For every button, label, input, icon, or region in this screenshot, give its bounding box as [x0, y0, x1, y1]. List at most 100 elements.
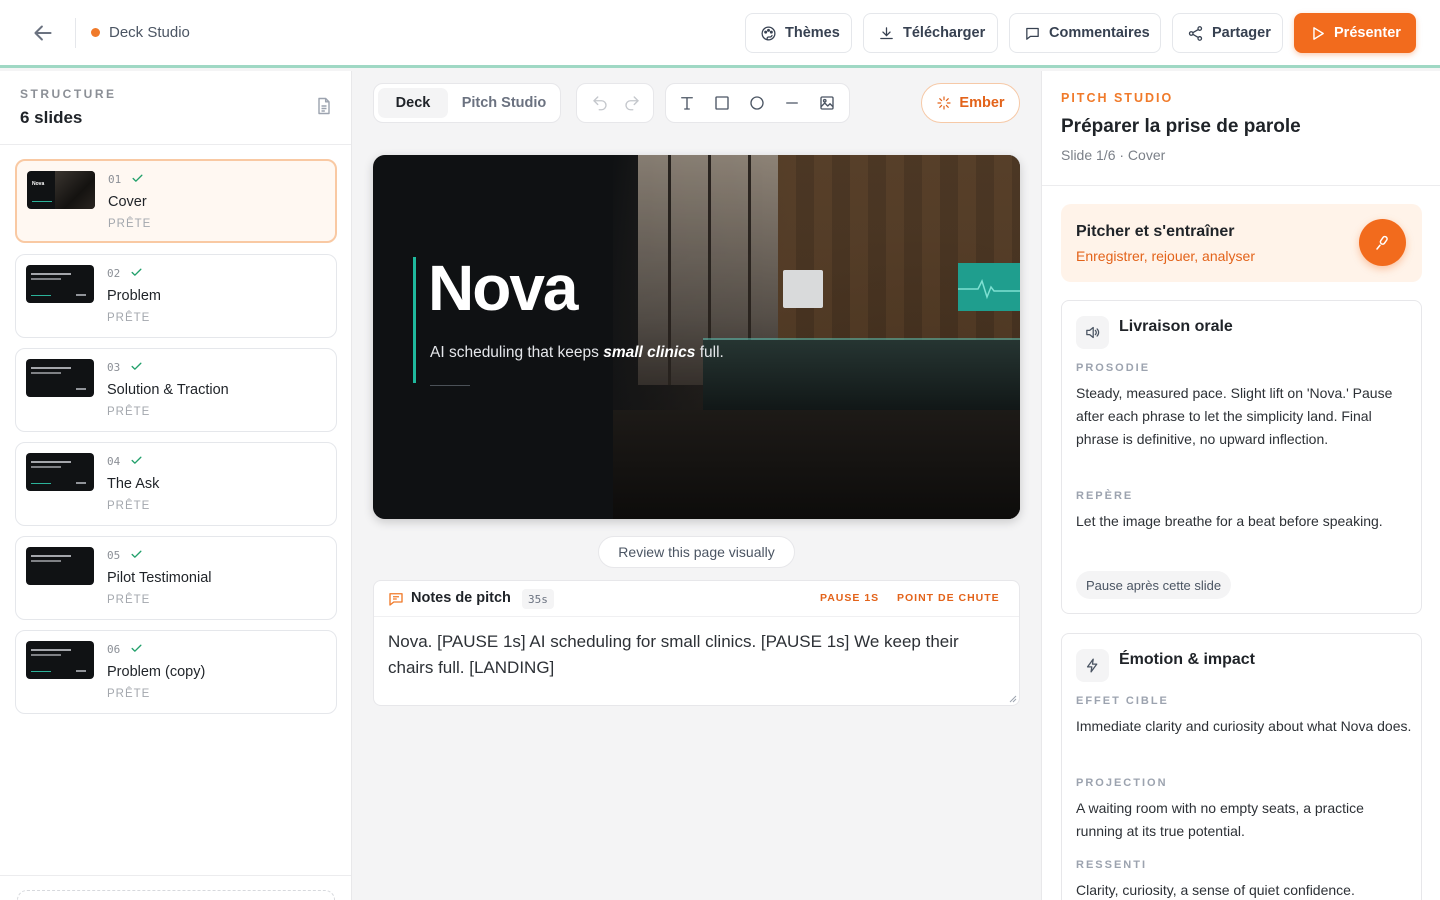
practice-card[interactable]: Pitcher et s'entraîner Enregistrer, rejo… — [1061, 204, 1422, 282]
rectangle-icon[interactable] — [713, 94, 731, 112]
subtitle-prefix: AI scheduling that keeps — [430, 344, 604, 361]
slide-number: 06 — [107, 643, 121, 656]
share-button[interactable]: Partager — [1172, 13, 1283, 53]
emotion-title: Émotion & impact — [1119, 651, 1256, 668]
view-switcher: Deck Pitch Studio — [373, 83, 561, 123]
practice-title: Pitcher et s'entraîner — [1076, 223, 1235, 240]
sidebar-header: STRUCTURE 6 slides — [0, 71, 351, 145]
download-button[interactable]: Télécharger — [863, 13, 998, 53]
panel-subtitle: Slide 1/6 · Cover — [1061, 147, 1166, 163]
download-label: Télécharger — [903, 25, 986, 41]
speaker-icon — [1076, 316, 1109, 349]
notes-textarea[interactable]: Nova. [PAUSE 1s] AI scheduling for small… — [388, 629, 998, 681]
present-label: Présenter — [1334, 25, 1401, 41]
themes-button[interactable]: Thèmes — [745, 13, 852, 53]
heartbeat-screen-icon — [958, 263, 1020, 311]
notes-duration: 35s — [522, 589, 554, 609]
effect-text: Immediate clarity and curiosity about wh… — [1076, 718, 1412, 734]
ember-button[interactable]: Ember — [921, 83, 1020, 123]
slide-card-6[interactable]: 06 Problem (copy) PRÊTE — [15, 630, 337, 714]
delivery-title: Livraison orale — [1119, 318, 1233, 335]
slide-title: Solution & Traction — [107, 382, 229, 398]
share-icon — [1187, 25, 1204, 42]
redo-icon[interactable] — [623, 94, 641, 112]
tab-deck[interactable]: Deck — [378, 88, 448, 118]
microphone-icon — [1374, 234, 1392, 252]
slide-title: The Ask — [107, 476, 160, 492]
slide-card-2[interactable]: 02 Problem PRÊTE — [15, 254, 337, 338]
delivery-card: Livraison orale PROSODIE Steady, measure… — [1061, 300, 1422, 614]
panel-title: Préparer la prise de parole — [1061, 116, 1301, 137]
photo-floor — [613, 410, 1020, 519]
cue-label: REPÈRE — [1076, 490, 1134, 502]
practice-start-button[interactable] — [1359, 219, 1406, 266]
top-bar: Deck Studio Thèmes Télécharger Commentai… — [0, 0, 1440, 68]
review-visually-button[interactable]: Review this page visually — [598, 536, 795, 568]
pitch-notes-panel: Notes de pitch 35s PAUSE 1S POINT DE CHU… — [373, 580, 1020, 706]
document-icon[interactable] — [314, 96, 334, 116]
slide-status: PRÊTE — [107, 594, 151, 606]
cue-text: Let the image breathe for a beat before … — [1076, 513, 1383, 529]
photo-desk — [703, 340, 1020, 410]
slide-divider — [430, 385, 470, 386]
slide-title: Problem (copy) — [107, 664, 206, 680]
slide-thumbnail — [26, 359, 94, 397]
projection-label: PROJECTION — [1076, 777, 1168, 789]
present-button[interactable]: Présenter — [1294, 13, 1416, 53]
slide-canvas[interactable]: Nova AI scheduling that keeps small clin… — [373, 155, 1020, 519]
slide-thumbnail: Nova — [27, 171, 95, 209]
slide-number: 05 — [107, 549, 121, 562]
subtitle-emphasis: small clinics — [603, 344, 696, 361]
slide-title-text[interactable]: Nova — [428, 251, 578, 325]
insert-landing-tag[interactable]: POINT DE CHUTE — [897, 592, 1000, 604]
photo-monitor — [783, 270, 823, 308]
text-icon[interactable] — [678, 94, 696, 112]
slide-title: Pilot Testimonial — [107, 570, 212, 586]
slide-thumbnail — [26, 641, 94, 679]
circle-icon[interactable] — [748, 94, 766, 112]
slide-status: PRÊTE — [107, 312, 151, 324]
tab-pitch-studio[interactable]: Pitch Studio — [452, 88, 556, 118]
notes-title: Notes de pitch — [411, 590, 511, 606]
structure-label: STRUCTURE — [20, 87, 117, 101]
lightning-icon — [1076, 649, 1109, 682]
pause-chip[interactable]: Pause après cette slide — [1076, 571, 1232, 599]
slide-number: 03 — [107, 361, 121, 374]
download-icon — [878, 25, 895, 42]
prosody-text: Steady, measured pace. Slight lift on 'N… — [1076, 385, 1393, 447]
effect-label: EFFET CIBLE — [1076, 695, 1169, 707]
check-icon — [130, 548, 143, 561]
divider — [1042, 185, 1440, 186]
check-icon — [130, 454, 143, 467]
slide-card-1[interactable]: Nova 01 Cover PRÊTE — [15, 159, 337, 243]
add-slide-dropzone[interactable] — [17, 890, 335, 900]
image-icon[interactable] — [818, 94, 836, 112]
comment-icon — [1024, 25, 1041, 42]
slide-card-5[interactable]: 05 Pilot Testimonial PRÊTE — [15, 536, 337, 620]
undo-icon[interactable] — [591, 94, 609, 112]
check-icon — [130, 360, 143, 373]
slide-status: PRÊTE — [107, 500, 151, 512]
slide-status: PRÊTE — [107, 406, 151, 418]
projection-text: A waiting room with no empty seats, a pr… — [1076, 800, 1364, 839]
slide-number: 02 — [107, 267, 121, 280]
slide-number: 04 — [107, 455, 121, 468]
palette-icon — [760, 25, 777, 42]
ember-label: Ember — [959, 95, 1005, 111]
play-icon — [1309, 25, 1326, 42]
panel-kicker: PITCH STUDIO — [1061, 91, 1174, 105]
slide-thumbnail — [26, 265, 94, 303]
slide-subtitle-text[interactable]: AI scheduling that keeps small clinics f… — [430, 344, 724, 362]
resize-handle-icon[interactable] — [1007, 693, 1017, 703]
back-arrow-icon[interactable] — [30, 20, 56, 46]
pitch-studio-panel: PITCH STUDIO Préparer la prise de parole… — [1041, 71, 1440, 900]
editor-area: Deck Pitch Studio Ember Nova AI scheduli… — [353, 71, 1040, 900]
slide-status: PRÊTE — [107, 688, 151, 700]
line-icon[interactable] — [783, 94, 801, 112]
check-icon — [130, 642, 143, 655]
insert-pause-tag[interactable]: PAUSE 1S — [820, 592, 879, 604]
slide-card-4[interactable]: 04 The Ask PRÊTE — [15, 442, 337, 526]
slide-accent-bar — [413, 257, 416, 383]
comments-button[interactable]: Commentaires — [1009, 13, 1161, 53]
slide-card-3[interactable]: 03 Solution & Traction PRÊTE — [15, 348, 337, 432]
